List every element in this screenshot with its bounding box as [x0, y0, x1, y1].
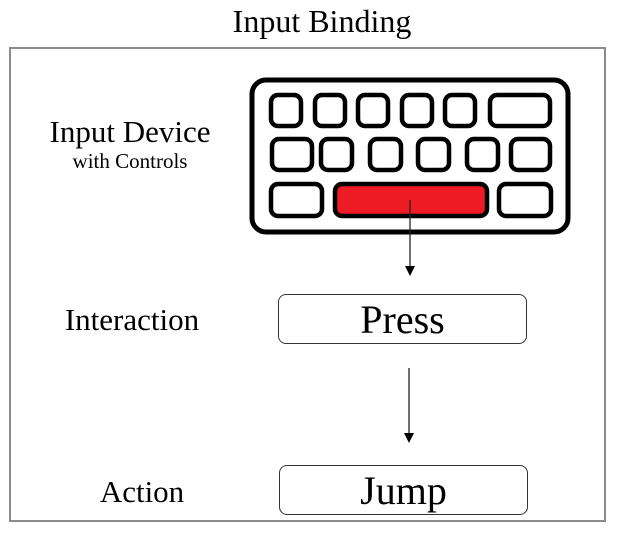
key: [269, 136, 315, 173]
key: [318, 136, 355, 173]
interaction-label: Interaction: [64, 302, 200, 337]
action-label: Action: [99, 474, 185, 509]
keyboard-diagram: [249, 77, 571, 443]
key: [464, 136, 501, 173]
key: [399, 92, 435, 129]
key: [508, 136, 553, 173]
arrow-head-2: [404, 433, 414, 443]
interaction-box: Press: [278, 294, 527, 344]
key: [442, 92, 478, 129]
interaction-value: Press: [360, 296, 445, 342]
key: [415, 136, 452, 173]
action-box: Jump: [279, 465, 528, 515]
arrow-head-1: [405, 266, 415, 276]
key: [268, 92, 304, 129]
action-value: Jump: [360, 467, 447, 513]
key: [355, 92, 391, 129]
key: [367, 136, 404, 173]
wide-key: [487, 92, 553, 129]
key: [268, 181, 325, 219]
key: [312, 92, 348, 129]
key: [496, 181, 554, 219]
space-key: [332, 181, 490, 219]
